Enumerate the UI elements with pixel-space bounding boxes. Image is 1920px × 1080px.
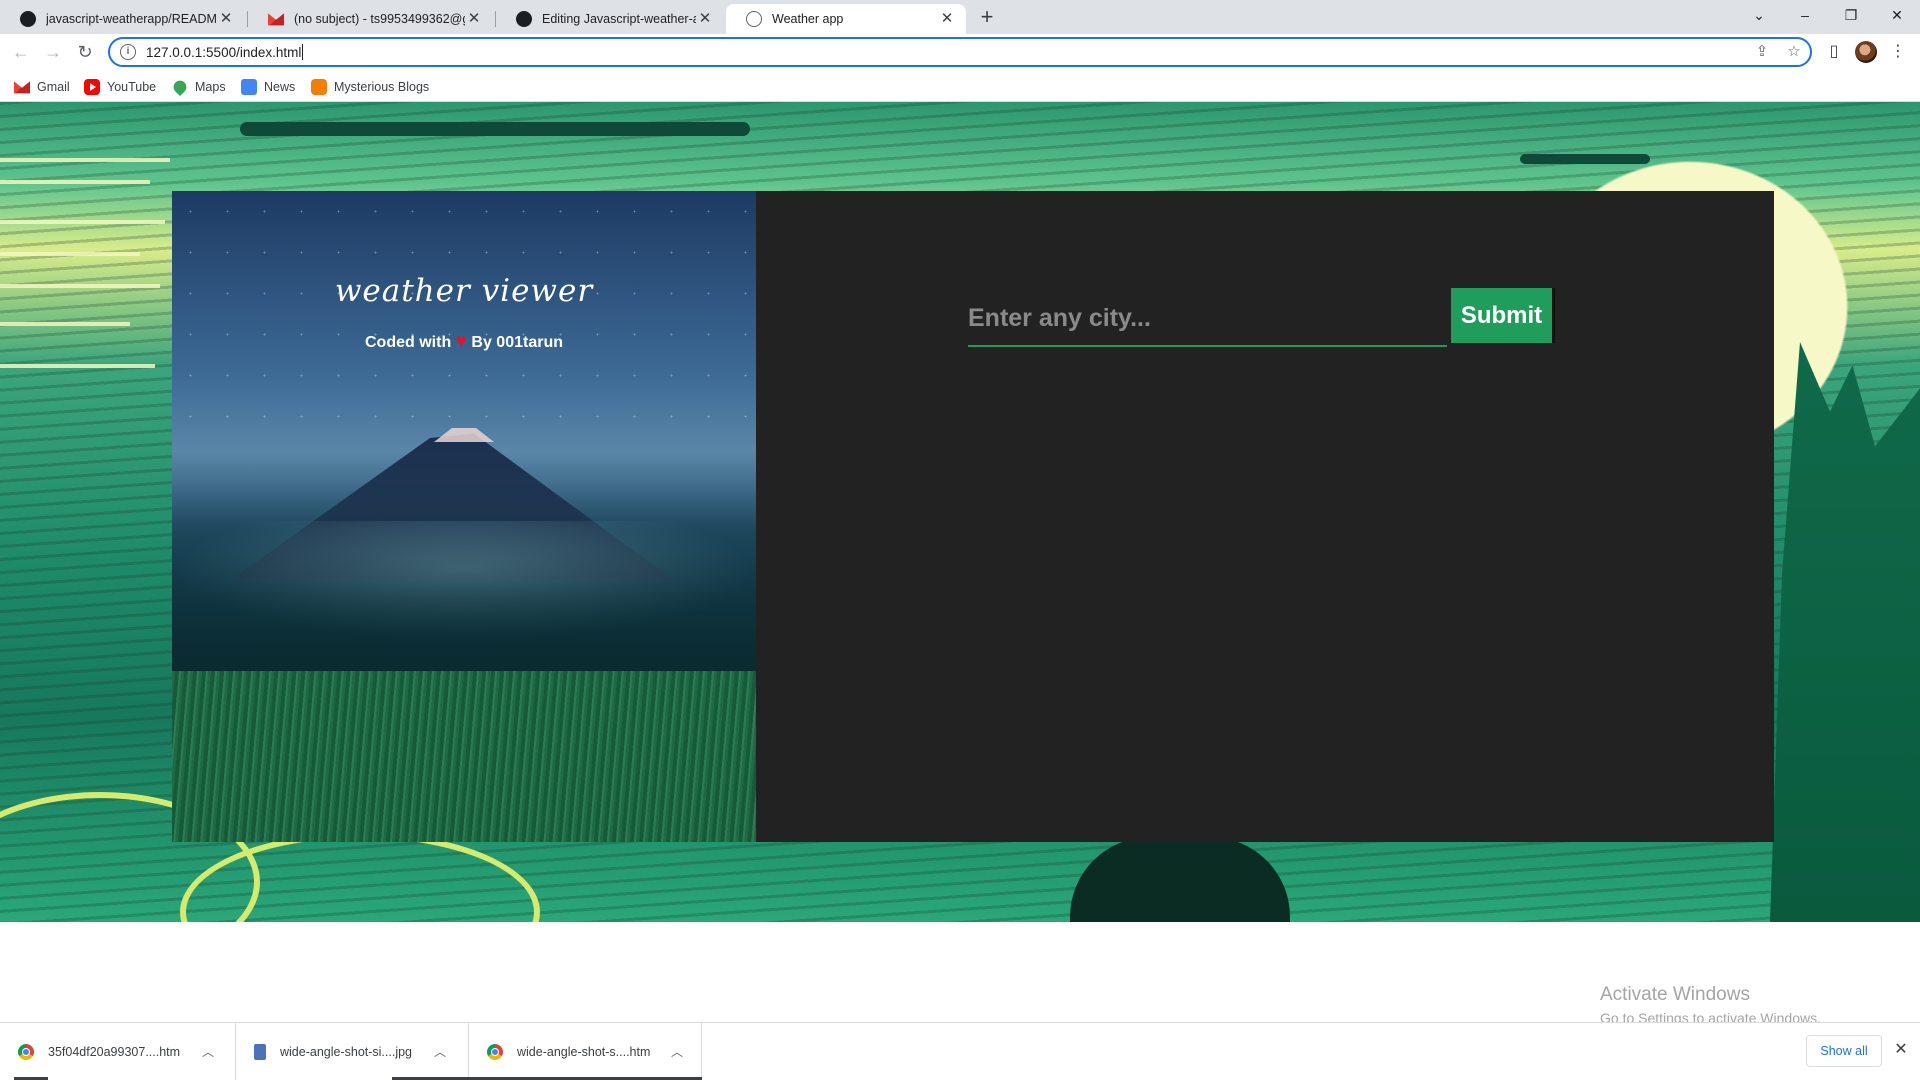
forest-silhouette (1770, 342, 1920, 922)
bookmark-label: YouTube (107, 80, 157, 94)
bookmark-youtube[interactable]: YouTube (84, 78, 156, 96)
tab-title: Weather app (772, 12, 844, 26)
chevron-up-icon[interactable]: ︿ (667, 1043, 687, 1060)
bookmark-gmail[interactable]: Gmail (14, 78, 70, 96)
tab-readme[interactable]: javascript-weatherapp/README.md ✕ (0, 4, 245, 34)
tab-strip: javascript-weatherapp/README.md ✕ (no su… (0, 0, 1920, 34)
bookmark-news[interactable]: News (241, 78, 295, 96)
share-icon[interactable]: ⇪ (1752, 42, 1772, 62)
close-icon[interactable]: ✕ (217, 10, 235, 28)
chevron-up-icon[interactable]: ︿ (198, 1043, 218, 1060)
light-streak (0, 322, 130, 326)
github-icon (20, 11, 36, 27)
new-tab-button[interactable]: + (975, 6, 999, 30)
watermark-title: Activate Windows (1600, 984, 1750, 1005)
github-icon (516, 11, 532, 27)
search-panel: Submit (756, 191, 1774, 842)
show-all-button[interactable]: Show all (1806, 1035, 1882, 1067)
side-panel-icon[interactable]: ▯ (1823, 41, 1845, 63)
light-streak (0, 158, 170, 162)
maps-icon (170, 77, 190, 97)
activate-windows-watermark: Activate Windows Go to Settings to activ… (1600, 984, 1821, 1022)
window-close-button[interactable]: ✕ (1874, 0, 1920, 30)
tab-title: (no subject) - ts9953499362@gmail.com (294, 12, 465, 26)
download-item[interactable]: 35f04df20a99307....htm ︿ (0, 1023, 236, 1080)
back-arrow-icon[interactable]: ← (9, 40, 33, 64)
chevron-up-icon[interactable]: ︿ (430, 1043, 450, 1060)
minimize-button[interactable]: – (1782, 0, 1828, 30)
more-menu-icon[interactable]: ⋮ (1887, 41, 1909, 63)
light-streak (0, 252, 140, 256)
downloads-bar: 35f04df20a99307....htm ︿ wide-angle-shot… (0, 1022, 1920, 1080)
night-sky (172, 191, 756, 451)
close-icon[interactable]: ✕ (938, 10, 956, 28)
close-icon[interactable]: ✕ (696, 10, 714, 28)
download-item[interactable]: wide-angle-shot-si....jpg ︿ (236, 1023, 469, 1080)
figure-silhouette (1070, 837, 1290, 922)
heart-icon: ♥ (455, 331, 467, 352)
browser-toolbar: ← → ↻ i 127.0.0.1:5500/index.html ⇪ ☆ ▯ … (0, 34, 1920, 70)
chrome-icon (18, 1043, 34, 1060)
address-bar[interactable]: i 127.0.0.1:5500/index.html (108, 37, 1812, 67)
gmail-icon (14, 81, 30, 94)
bookmark-star-icon[interactable]: ☆ (1784, 42, 1804, 62)
download-filename: wide-angle-shot-s....htm (517, 1044, 651, 1059)
city-search-input[interactable] (968, 292, 1447, 347)
info-icon[interactable]: i (120, 44, 136, 60)
download-filename: 35f04df20a99307....htm (48, 1044, 181, 1059)
tab-title: Editing Javascript-weather-app/README.md (542, 12, 696, 26)
chrome-icon (487, 1043, 503, 1060)
credit-author: By 001tarun (471, 334, 563, 351)
submit-button[interactable]: Submit (1451, 288, 1555, 343)
watermark-subtitle: Go to Settings to activate Windows. (1600, 1010, 1821, 1022)
profile-avatar[interactable] (1855, 41, 1877, 63)
grass-field (172, 671, 756, 842)
reload-icon[interactable]: ↻ (73, 40, 97, 64)
url-text[interactable]: 127.0.0.1:5500/index.html (146, 45, 301, 60)
restore-button[interactable]: ❐ (1828, 0, 1874, 30)
forward-arrow-icon[interactable]: → (41, 40, 65, 64)
tab-editing-readme[interactable]: Editing Javascript-weather-app/README.md… (496, 4, 724, 34)
close-icon[interactable]: ✕ (465, 10, 483, 28)
tab-title: javascript-weatherapp/README.md (46, 12, 217, 26)
credit-prefix: Coded with (365, 334, 452, 351)
page-viewport: weather viewer Coded with ♥ By 001tarun … (0, 102, 1920, 1022)
download-item[interactable]: wide-angle-shot-s....htm ︿ (469, 1023, 702, 1080)
app-title: weather viewer (334, 273, 594, 309)
bookmark-label: News (264, 80, 296, 94)
download-filename: wide-angle-shot-si....jpg (280, 1044, 413, 1059)
youtube-icon (84, 79, 100, 95)
light-streak (0, 220, 165, 224)
news-icon (241, 79, 257, 95)
tab-search-chevron-icon[interactable]: ⌄ (1736, 0, 1782, 30)
blogger-icon (311, 79, 327, 95)
light-streak (0, 180, 150, 184)
globe-icon (746, 11, 762, 27)
bookmark-label: Mysterious Blogs (334, 80, 430, 94)
text-caret (302, 44, 304, 60)
light-streak (0, 284, 160, 288)
bookmarks-bar: Gmail YouTube Maps News Mysterious Blogs (0, 70, 1920, 102)
bookmark-maps[interactable]: Maps (170, 77, 226, 97)
bookmark-label: Maps (195, 80, 226, 94)
hero-image-panel: weather viewer Coded with ♥ By 001tarun (172, 191, 756, 842)
starship-silhouette (1520, 154, 1650, 164)
close-downloads-icon[interactable]: ✕ (1890, 1039, 1912, 1061)
bookmark-mysterious-blogs[interactable]: Mysterious Blogs (311, 78, 429, 96)
image-file-icon (254, 1043, 266, 1060)
app-credit: Coded with ♥ By 001tarun (172, 331, 756, 353)
gmail-icon (268, 13, 284, 26)
light-streak (0, 364, 155, 368)
treeline (172, 481, 756, 701)
tab-weather-app[interactable]: Weather app ✕ (726, 4, 966, 34)
starship-silhouette (240, 122, 750, 136)
weather-app-card: weather viewer Coded with ♥ By 001tarun … (172, 191, 1774, 842)
tab-gmail[interactable]: (no subject) - ts9953499362@gmail.com ✕ (248, 4, 493, 34)
bookmark-label: Gmail (37, 80, 70, 94)
